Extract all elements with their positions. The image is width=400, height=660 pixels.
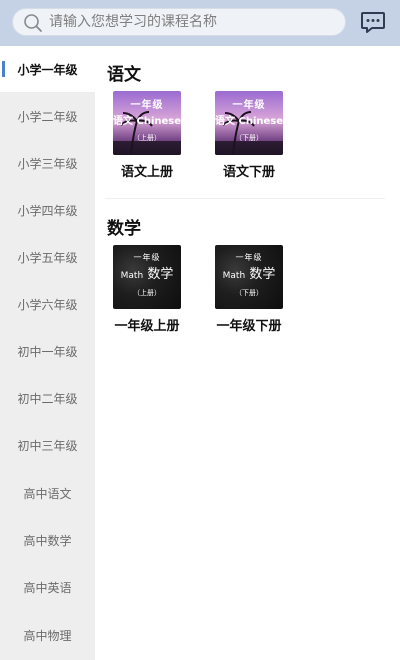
cover-subject-cn: 数学 [249, 267, 276, 282]
active-indicator [2, 61, 5, 77]
search-input[interactable] [49, 11, 334, 33]
sidebar-item-label: 小学五年级 [17, 250, 78, 265]
sidebar-item-grade2[interactable]: 小学二年级 [0, 93, 95, 139]
search-box[interactable] [12, 8, 346, 36]
book-cover: 一年级 Math 数学 （上册） [113, 245, 181, 309]
section-title-chinese: 语文 [107, 65, 141, 85]
sidebar-item-label: 初中三年级 [17, 438, 78, 453]
sidebar-item-senior-chinese[interactable]: 高中语文 [0, 470, 95, 516]
cover-grade: 一年级 [133, 253, 161, 262]
chat-icon[interactable] [360, 9, 386, 35]
sidebar-item-junior3[interactable]: 初中三年级 [0, 422, 95, 468]
sidebar-item-label: 高中语文 [23, 486, 72, 501]
sidebar-item-label: 小学一年级 [17, 62, 78, 77]
sidebar-item-label: 初中二年级 [17, 391, 78, 406]
cover-grade: 一年级 [130, 100, 164, 111]
sidebar-item-junior2[interactable]: 初中二年级 [0, 375, 95, 421]
grade-sidebar: 小学一年级 小学二年级 小学三年级 小学四年级 小学五年级 小学六年级 初中一年… [0, 46, 95, 660]
cover-subject-en: Math [222, 271, 246, 281]
course-content: 语文 一年级 语文 Chinese （上册） 语文上册 一年级 语文 Chine… [95, 46, 400, 660]
sidebar-item-label: 初中一年级 [17, 344, 78, 359]
cover-subject: Math 数学 [215, 263, 283, 282]
cover-subject: Math 数学 [113, 263, 181, 282]
cover-volume: （下册） [235, 134, 263, 142]
sidebar-item-grade5[interactable]: 小学五年级 [0, 234, 95, 280]
book-title: 语文下册 [222, 165, 275, 180]
sidebar-item-label: 小学六年级 [17, 297, 78, 312]
cover-subject-cn: 数学 [147, 267, 174, 282]
sidebar-item-label: 高中数学 [23, 533, 72, 548]
sidebar-item-label: 小学四年级 [17, 203, 78, 218]
cover-volume: （上册） [133, 289, 161, 297]
book-cover: 一年级 语文 Chinese （下册） [215, 91, 283, 155]
cover-subject: 语文 Chinese [113, 116, 181, 127]
section-title-math: 数学 [107, 219, 141, 239]
top-bar [0, 0, 400, 46]
sidebar-item-junior1[interactable]: 初中一年级 [0, 328, 95, 374]
cover-grade: 一年级 [232, 100, 266, 111]
cover-subject-en: Math [120, 271, 144, 281]
cover-grade: 一年级 [235, 253, 263, 262]
sidebar-item-grade3[interactable]: 小学三年级 [0, 140, 95, 186]
sidebar-item-label: 小学二年级 [17, 109, 78, 124]
cover-subject: 语文 Chinese [215, 116, 283, 127]
sidebar-item-label: 高中物理 [23, 628, 72, 643]
cover-volume: （下册） [235, 289, 263, 297]
sidebar-item-senior-math[interactable]: 高中数学 [0, 517, 95, 563]
sidebar-item-grade4[interactable]: 小学四年级 [0, 187, 95, 233]
cover-volume: （上册） [133, 134, 161, 142]
sidebar-item-grade1[interactable]: 小学一年级 [0, 46, 95, 92]
book-title: 一年级下册 [216, 319, 282, 334]
book-cover: 一年级 语文 Chinese （上册） [113, 91, 181, 155]
sidebar-item-senior-physics[interactable]: 高中物理 [0, 612, 95, 658]
sidebar-item-label: 小学三年级 [17, 156, 78, 171]
book-title: 一年级上册 [114, 319, 180, 334]
section-divider [105, 198, 385, 199]
book-cover: 一年级 Math 数学 （下册） [215, 245, 283, 309]
search-icon [24, 14, 42, 32]
book-title: 语文上册 [120, 165, 173, 180]
sidebar-item-grade6[interactable]: 小学六年级 [0, 281, 95, 327]
sidebar-item-label: 高中英语 [23, 580, 72, 595]
sidebar-item-senior-english[interactable]: 高中英语 [0, 564, 95, 610]
